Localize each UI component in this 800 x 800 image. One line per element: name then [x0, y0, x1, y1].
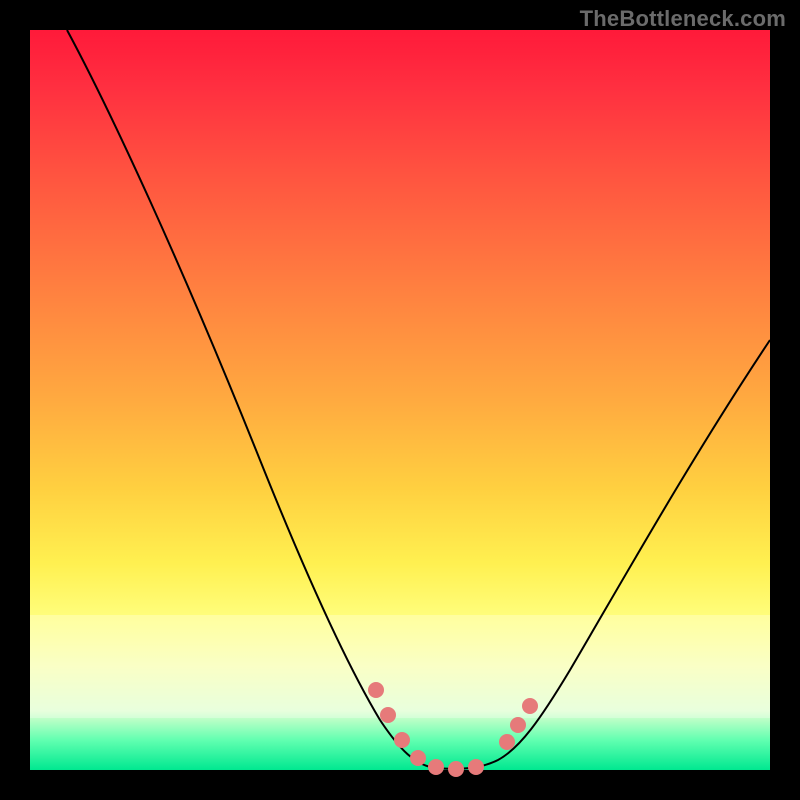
marker-dot [468, 759, 484, 775]
marker-dot [410, 750, 426, 766]
marker-dot [510, 717, 526, 733]
marker-group [368, 682, 538, 777]
marker-dot [428, 759, 444, 775]
marker-dot [522, 698, 538, 714]
chart-stage: TheBottleneck.com [0, 0, 800, 800]
marker-dot [394, 732, 410, 748]
bottleneck-curve [67, 30, 770, 769]
marker-dot [499, 734, 515, 750]
marker-dot [380, 707, 396, 723]
curve-layer [30, 30, 770, 770]
plot-area [30, 30, 770, 770]
marker-dot [448, 761, 464, 777]
marker-dot [368, 682, 384, 698]
watermark-text: TheBottleneck.com [580, 6, 786, 32]
